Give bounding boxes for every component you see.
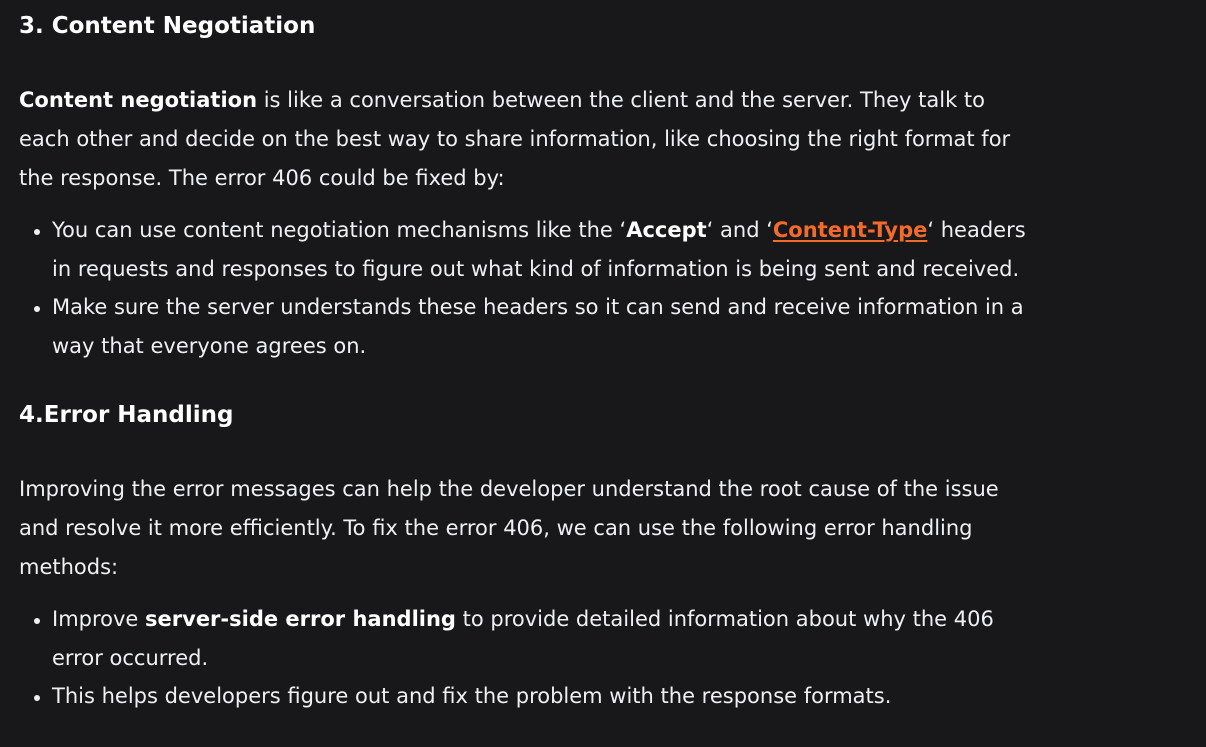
bullet-text: ‘ headers	[927, 218, 1026, 242]
list-item: This helps developers figure out and fix…	[52, 677, 994, 716]
intro-bold-term: Content negotiation	[19, 88, 258, 112]
intro-line3-text: the response. The error 406 could be fix…	[19, 166, 505, 190]
bullet-text: ‘ and ‘	[706, 218, 773, 242]
intro-line2-text: and resolve it more efficiently. To fix …	[19, 516, 973, 540]
bullet-text: You can use content negotiation mechanis…	[52, 218, 627, 242]
bullet-text: to provide detailed information about wh…	[455, 607, 994, 631]
error-handling-list: Improve server-side error handling to pr…	[19, 600, 994, 716]
section-heading-error-handling: 4.Error Handling	[19, 402, 234, 428]
intro-line3-text: methods:	[19, 555, 119, 579]
content-negotiation-list: You can use content negotiation mechanis…	[19, 211, 1026, 365]
bullet-text: This helps developers figure out and fix…	[52, 684, 892, 708]
list-item: Make sure the server understands these h…	[52, 288, 1026, 365]
list-item: Improve server-side error handling to pr…	[52, 600, 994, 677]
bullet-text: Improve	[52, 607, 146, 631]
bullet-text: in requests and responses to figure out …	[52, 256, 1020, 281]
content-type-link[interactable]: Content-Type	[773, 218, 928, 242]
bullet-text: Make sure the server understands these h…	[52, 295, 1024, 319]
list-item: You can use content negotiation mechanis…	[52, 211, 1026, 288]
accept-header-term: Accept	[626, 218, 707, 242]
intro-line1-text: Improving the error messages can help th…	[19, 477, 999, 501]
bullet-text: way that everyone agrees on.	[52, 333, 367, 358]
server-side-error-handling-term: server-side error handling	[145, 607, 456, 631]
content-negotiation-intro: Content negotiation is like a conversati…	[19, 81, 1010, 198]
error-handling-intro: Improving the error messages can help th…	[19, 470, 999, 587]
intro-line2-text: each other and decide on the best way to…	[19, 127, 1011, 151]
section-heading-content-negotiation: 3. Content Negotiation	[19, 13, 316, 39]
intro-line1-text: is like a conversation between the clien…	[257, 88, 986, 112]
bullet-text: error occurred.	[52, 645, 209, 670]
